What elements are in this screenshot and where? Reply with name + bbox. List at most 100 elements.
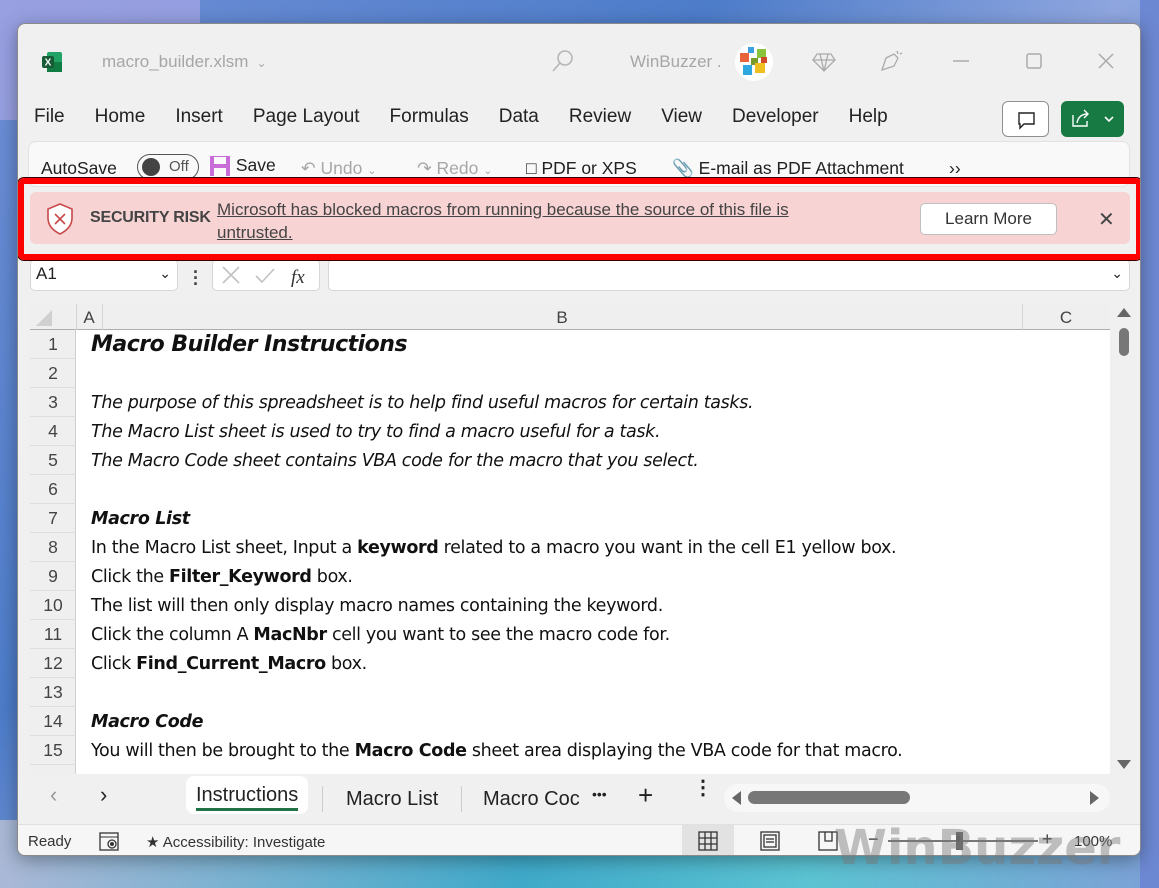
enter-check-icon[interactable] — [255, 268, 275, 284]
more-commands-button[interactable]: ›› — [949, 158, 961, 179]
autosave-toggle[interactable]: Off — [137, 154, 199, 180]
scroll-down-arrow-icon[interactable] — [1117, 760, 1131, 769]
security-risk-message-link[interactable]: Microsoft has blocked macros from runnin… — [217, 198, 857, 244]
diamond-premium-icon[interactable] — [811, 48, 837, 74]
save-icon — [210, 156, 230, 177]
tab-help[interactable]: Help — [849, 106, 888, 136]
row-header[interactable]: 15 — [30, 736, 76, 765]
pen-tip-icon[interactable] — [878, 48, 904, 74]
chevron-down-icon[interactable]: ⌄ — [159, 265, 171, 282]
tab-view[interactable]: View — [661, 106, 702, 136]
formula-input[interactable]: ⌄ — [328, 259, 1130, 291]
row-header[interactable]: 7 — [30, 504, 76, 533]
cell-b12[interactable]: Click Find_Current_Macro box. — [91, 650, 367, 679]
row-header[interactable]: 5 — [30, 446, 76, 475]
page-layout-view-button[interactable] — [744, 825, 796, 855]
scroll-up-arrow-icon[interactable] — [1117, 308, 1131, 317]
select-all-button[interactable] — [32, 304, 54, 328]
close-icon[interactable] — [1093, 48, 1119, 74]
previous-sheet-icon[interactable]: ‹ — [50, 782, 57, 808]
name-box[interactable]: A1 ⌄ — [30, 259, 178, 291]
tab-file[interactable]: File — [34, 106, 65, 136]
add-sheet-button[interactable]: + — [638, 780, 653, 811]
macro-recording-icon[interactable] — [98, 831, 122, 853]
insert-function-icon[interactable]: fx — [291, 267, 305, 288]
row-header[interactable]: 13 — [30, 678, 76, 707]
scroll-left-arrow-icon[interactable] — [732, 791, 741, 805]
row-header[interactable]: 10 — [30, 591, 76, 620]
save-button[interactable]: Save — [209, 155, 276, 177]
sheet-tab-macro-code[interactable]: Macro Coc — [483, 788, 579, 811]
redo-label: Redo — [436, 158, 479, 178]
cell-b4[interactable]: The Macro List sheet is used to try to f… — [91, 418, 661, 447]
tab-insert[interactable]: Insert — [175, 106, 223, 136]
sheet-tab-macro-list[interactable]: Macro List — [346, 788, 438, 811]
row-header[interactable]: 12 — [30, 649, 76, 678]
security-risk-title: SECURITY RISK — [90, 209, 211, 226]
tab-home[interactable]: Home — [94, 106, 145, 144]
worksheet-grid[interactable]: 1 2 3 4 5 6 7 8 9 10 11 12 13 14 15 Macro Builder Inst… — [30, 330, 1110, 774]
email-pdf-button[interactable]: 📎 E-mail as PDF Attachment — [672, 158, 904, 179]
column-header-b[interactable]: B — [102, 308, 1022, 328]
row-header[interactable]: 1 — [30, 330, 76, 359]
formula-bar-handle-icon[interactable]: ... — [193, 258, 198, 288]
row-header[interactable]: 11 — [30, 620, 76, 649]
horizontal-scroll-thumb[interactable] — [748, 791, 910, 804]
normal-view-button[interactable] — [682, 825, 734, 855]
row-header[interactable]: 6 — [30, 475, 76, 504]
undo-button[interactable]: ↶ Undo ⌄ — [301, 158, 376, 179]
cancel-icon[interactable] — [222, 266, 240, 284]
maximize-icon[interactable] — [1021, 48, 1047, 74]
row-header[interactable]: 14 — [30, 707, 76, 736]
row-headers: 1 2 3 4 5 6 7 8 9 10 11 12 13 14 15 — [30, 330, 76, 774]
undo-label: Undo — [320, 158, 363, 178]
share-button[interactable] — [1061, 101, 1124, 137]
formula-buttons: fx — [212, 259, 320, 291]
column-header-a[interactable]: A — [76, 308, 102, 328]
row-header[interactable]: 9 — [30, 562, 76, 591]
expand-formula-bar-icon[interactable]: ⌄ — [1111, 265, 1123, 282]
learn-more-button[interactable]: Learn More — [920, 203, 1057, 235]
vertical-scroll-thumb[interactable] — [1119, 328, 1129, 356]
cell-b9[interactable]: Click the Filter_Keyword box. — [91, 563, 353, 592]
tab-formulas[interactable]: Formulas — [390, 106, 469, 136]
scroll-right-arrow-icon[interactable] — [1090, 791, 1099, 805]
minimize-icon[interactable] — [948, 48, 974, 74]
row-header[interactable]: 3 — [30, 388, 76, 417]
cell-b14[interactable]: Macro Code — [91, 708, 203, 737]
file-name-dropdown[interactable]: macro_builder.xlsm ⌄ — [102, 52, 267, 72]
accessibility-checker[interactable]: ★ Accessibility: Investigate — [146, 833, 325, 851]
cell-b1[interactable]: Macro Builder Instructions — [91, 330, 408, 359]
redo-button[interactable]: ↷ Redo ⌄ — [417, 158, 492, 179]
close-security-bar-icon[interactable]: ✕ — [1098, 207, 1115, 232]
column-header-c[interactable]: C — [1022, 308, 1110, 328]
tab-split-handle-icon[interactable]: ⋮ — [693, 778, 713, 798]
cell-b3[interactable]: The purpose of this spreadsheet is to he… — [91, 389, 754, 418]
chevron-down-icon: ⌄ — [483, 165, 493, 177]
row-header[interactable]: 4 — [30, 417, 76, 446]
cell-b10[interactable]: The list will then only display macro na… — [91, 592, 663, 621]
tab-page-layout[interactable]: Page Layout — [253, 106, 360, 136]
cell-b7[interactable]: Macro List — [91, 505, 190, 534]
next-sheet-icon[interactable]: › — [100, 782, 107, 808]
cell-b5[interactable]: The Macro Code sheet contains VBA code f… — [91, 447, 699, 476]
accessibility-label: Accessibility: Investigate — [162, 834, 326, 851]
comments-button[interactable] — [1002, 101, 1049, 137]
row-header[interactable]: 8 — [30, 533, 76, 562]
horizontal-scrollbar[interactable] — [724, 784, 1110, 812]
tab-data[interactable]: Data — [499, 106, 539, 136]
vertical-scrollbar[interactable] — [1112, 304, 1136, 774]
sheet-tabs-bar: ‹ › Instructions Macro List Macro Coc ••… — [18, 774, 1140, 822]
search-icon[interactable] — [551, 49, 575, 73]
pdf-xps-button[interactable]: □ PDF or XPS — [526, 158, 637, 179]
sheet-tab-instructions[interactable]: Instructions — [186, 776, 309, 814]
more-sheets-button[interactable]: ••• — [592, 786, 607, 802]
avatar[interactable] — [735, 43, 773, 81]
cell-b15[interactable]: You will then be brought to the Macro Co… — [91, 737, 903, 766]
tab-developer[interactable]: Developer — [732, 106, 819, 136]
account-name[interactable]: WinBuzzer . — [630, 52, 722, 72]
tab-review[interactable]: Review — [569, 106, 631, 136]
cell-b8[interactable]: In the Macro List sheet, Input a keyword… — [91, 534, 897, 563]
row-header[interactable]: 2 — [30, 359, 76, 388]
cell-b11[interactable]: Click the column A MacNbr cell you want … — [91, 621, 670, 650]
